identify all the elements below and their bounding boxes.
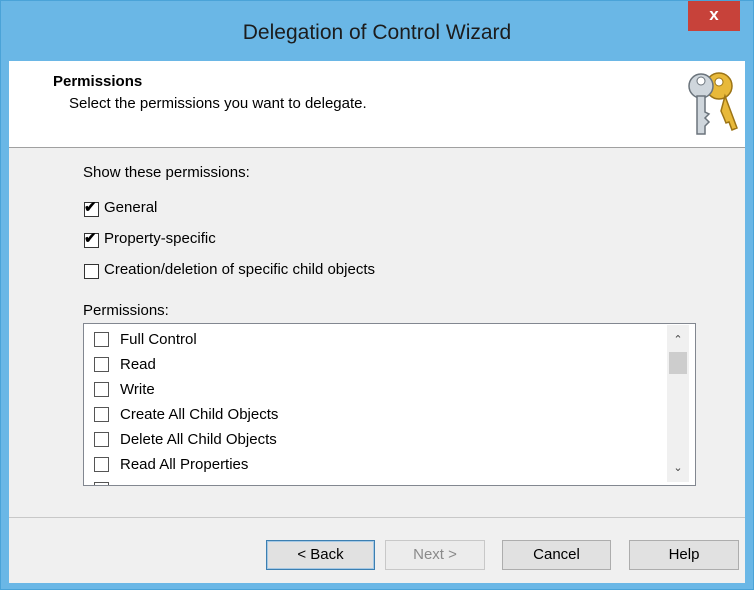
permissions-label: Permissions:	[83, 302, 169, 319]
permission-checkbox[interactable]	[94, 382, 109, 397]
permission-label: Read All Properties	[120, 456, 249, 473]
show-permissions-label: Show these permissions:	[83, 164, 250, 181]
property-specific-checkbox-label: Property-specific	[104, 230, 216, 247]
vertical-scrollbar[interactable]: ⌃ ⌄	[667, 325, 689, 482]
page-title: Permissions	[53, 73, 143, 90]
general-checkbox[interactable]: ✔	[84, 199, 99, 217]
permissions-list[interactable]: Full Control Read Write Create All Child…	[83, 323, 696, 486]
permission-label: Full Control	[120, 331, 197, 348]
window-frame-bottom	[1, 583, 753, 589]
window-frame-left	[1, 61, 9, 583]
creation-deletion-checkbox[interactable]	[84, 264, 99, 279]
next-button[interactable]: Next >	[385, 540, 485, 570]
permission-checkbox[interactable]	[94, 457, 109, 472]
permission-label: Delete All Child Objects	[120, 431, 277, 448]
cancel-button[interactable]: Cancel	[502, 540, 611, 570]
creation-deletion-checkbox-label: Creation/deletion of specific child obje…	[104, 261, 375, 278]
permission-checkbox[interactable]	[94, 357, 109, 372]
permission-checkbox	[94, 482, 109, 485]
checkmark-icon: ✔	[84, 199, 97, 216]
title-bar: Delegation of Control Wizard x	[1, 1, 753, 61]
scrollbar-thumb[interactable]	[669, 352, 687, 374]
window-title: Delegation of Control Wizard	[242, 21, 512, 44]
keys-icon	[688, 72, 738, 135]
footer-separator	[9, 517, 745, 518]
checkmark-icon: ✔	[84, 230, 97, 247]
page-subtitle: Select the permissions you want to deleg…	[69, 95, 367, 112]
property-specific-checkbox[interactable]: ✔	[84, 230, 99, 248]
chevron-down-icon[interactable]: ⌄	[667, 459, 689, 477]
permission-label: Create All Child Objects	[120, 406, 279, 423]
general-checkbox-label: General	[104, 199, 158, 216]
permission-checkbox[interactable]	[94, 432, 109, 447]
permission-checkbox[interactable]	[94, 332, 109, 347]
chevron-up-icon[interactable]: ⌃	[667, 331, 689, 349]
wizard-window: Delegation of Control Wizard x Permissio…	[0, 0, 754, 590]
permission-checkbox[interactable]	[94, 407, 109, 422]
permission-label: Write	[120, 381, 155, 398]
back-button[interactable]: < Back	[266, 540, 375, 570]
help-button[interactable]: Help	[629, 540, 739, 570]
page-header: Permissions Select the permissions you w…	[9, 61, 745, 148]
permission-label: Read	[120, 356, 156, 373]
window-frame-right	[745, 61, 753, 583]
close-button[interactable]: x	[688, 1, 740, 31]
